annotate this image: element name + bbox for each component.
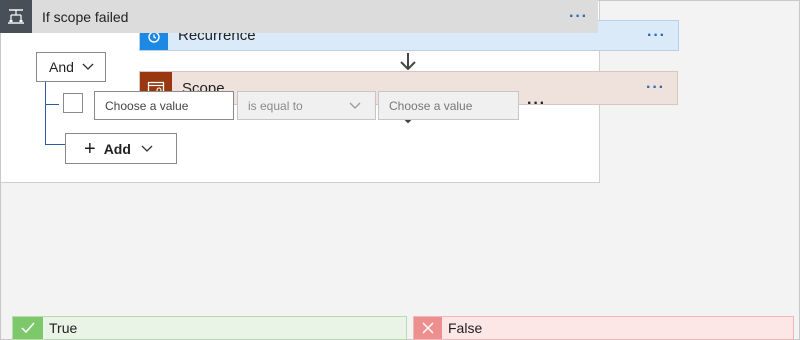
true-branch-label: True	[49, 320, 78, 336]
add-label: Add	[103, 140, 131, 157]
condition-icon	[0, 0, 32, 33]
condition-title: If scope failed	[42, 8, 129, 25]
plus-icon: +	[84, 137, 96, 160]
more-options-button[interactable]: ···	[646, 79, 665, 97]
tree-connector	[45, 104, 59, 105]
group-operator-dropdown[interactable]: And	[36, 52, 106, 82]
right-value-placeholder: Choose a value	[389, 98, 473, 113]
chevron-down-icon	[141, 145, 153, 152]
tree-connector	[45, 144, 65, 145]
right-value-input[interactable]: Choose a value	[378, 91, 519, 120]
checkmark-icon	[13, 317, 43, 339]
left-value-placeholder: Choose a value	[105, 98, 189, 113]
chevron-down-icon	[82, 63, 94, 70]
left-value-input[interactable]: Choose a value	[94, 91, 234, 120]
more-options-button[interactable]: ···	[569, 8, 588, 26]
close-icon	[414, 317, 442, 339]
tree-connector	[45, 82, 46, 144]
more-options-button[interactable]: ···	[647, 27, 666, 45]
row-checkbox[interactable]	[63, 93, 83, 113]
chevron-down-icon	[349, 102, 361, 109]
row-more-options-button[interactable]: ···	[527, 95, 546, 113]
operator-label: is equal to	[248, 98, 303, 113]
condition-card: If scope failed ··· And Choose a value i…	[0, 0, 600, 183]
operator-dropdown[interactable]: is equal to	[237, 91, 376, 120]
false-branch-label: False	[448, 320, 483, 336]
condition-header[interactable]: If scope failed ···	[0, 0, 598, 33]
true-branch-header[interactable]: True	[12, 316, 407, 340]
group-operator-label: And	[49, 59, 74, 75]
add-button[interactable]: + Add	[65, 133, 177, 164]
false-branch-header[interactable]: False	[413, 316, 794, 340]
arrow-down-icon	[400, 53, 416, 71]
